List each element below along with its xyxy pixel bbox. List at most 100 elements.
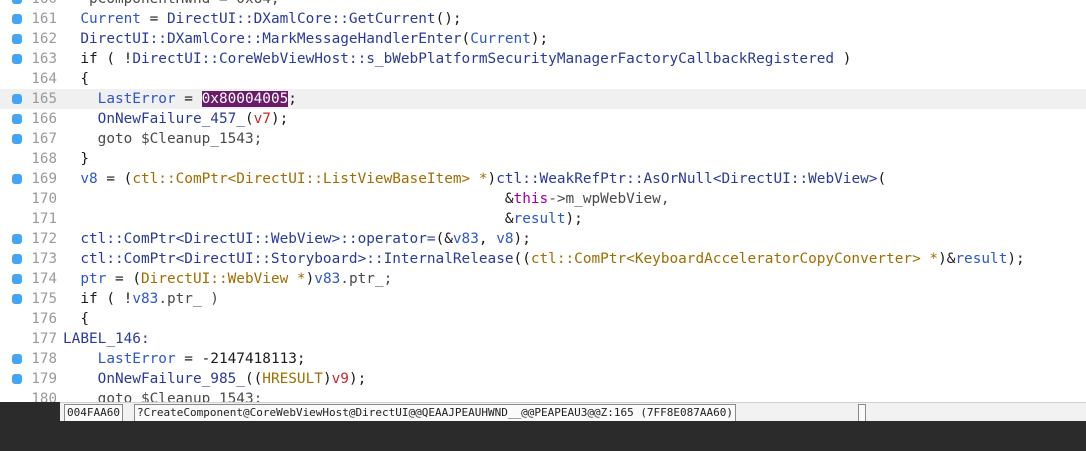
gutter[interactable]: 180 [0, 389, 62, 402]
breakpoint-marker-icon[interactable] [12, 114, 22, 124]
code-token: v83 [452, 231, 479, 247]
code-line[interactable]: 169 v8 = (ctl::ComPtr<DirectUI::ListView… [0, 169, 1086, 189]
code-line[interactable]: 180 goto $Cleanup_1543; [0, 389, 1086, 402]
code-line[interactable]: 165 LastError = 0x80004005; [0, 89, 1086, 109]
gutter[interactable]: 177 [0, 329, 62, 349]
code-token: Current [63, 11, 141, 27]
breakpoint-marker-icon[interactable] [12, 14, 22, 24]
gutter[interactable]: 161 [0, 9, 62, 29]
gutter[interactable]: 160 [0, 0, 62, 9]
code-token: ctl::ComPtr<DirectUI::ListViewBaseItem> … [132, 171, 488, 187]
code-token: LastError [63, 91, 176, 107]
code-token: v8 [496, 231, 514, 247]
code-text: goto $Cleanup_1543; [63, 389, 263, 402]
code-token: ; [288, 91, 297, 107]
code-line[interactable]: 167 goto $Cleanup_1543; [0, 129, 1086, 149]
code-text: DirectUI::DXamlCore::MarkMessageHandlerE… [63, 29, 548, 49]
code-text: OnNewFailure_985_((HRESULT)v9); [63, 369, 367, 389]
code-line[interactable]: 176 { [0, 309, 1086, 329]
line-number: 167 [31, 131, 57, 147]
gutter[interactable]: 178 [0, 349, 62, 369]
code-line[interactable]: 164 { [0, 69, 1086, 89]
code-line[interactable]: 178 LastError = -2147418113; [0, 349, 1086, 369]
code-token: 0x80004005 [201, 91, 289, 107]
gutter[interactable]: 165 [0, 89, 62, 109]
code-text: LABEL_146: [63, 329, 150, 349]
breakpoint-marker-icon[interactable] [12, 254, 22, 264]
code-line[interactable]: 177 LABEL_146: [0, 329, 1086, 349]
code-token: , [478, 231, 497, 247]
code-line[interactable]: 162 DirectUI::DXamlCore::MarkMessageHand… [0, 29, 1086, 49]
line-number: 171 [31, 211, 57, 227]
line-number: 175 [31, 291, 57, 307]
gutter[interactable]: 168 [0, 149, 62, 169]
code-line[interactable]: 160 *pComponentHwnd = 0x64; [0, 0, 1086, 9]
code-token: ptr [63, 271, 107, 287]
code-text: v8 = (ctl::ComPtr<DirectUI::ListViewBase… [63, 169, 886, 189]
address-field[interactable]: 004FAA60 [64, 404, 123, 422]
gutter[interactable]: 171 [0, 209, 62, 229]
code-text: if ( !v83.ptr_ ) [63, 289, 219, 309]
breakpoint-marker-icon[interactable] [12, 274, 22, 284]
code-token: .ptr_ ) [158, 291, 219, 307]
gutter[interactable]: 175 [0, 289, 62, 309]
gutter[interactable]: 167 [0, 129, 62, 149]
gutter[interactable]: 174 [0, 269, 62, 289]
code-token: ) [322, 371, 332, 387]
line-number: 165 [31, 91, 57, 107]
gutter[interactable]: 163 [0, 49, 62, 69]
code-token: HRESULT [262, 371, 323, 387]
gutter[interactable]: 179 [0, 369, 62, 389]
gutter[interactable]: 164 [0, 69, 62, 89]
code-token: result [955, 251, 1008, 267]
line-number: 179 [31, 371, 57, 387]
code-line[interactable]: 173 ctl::ComPtr<DirectUI::Storyboard>::I… [0, 249, 1086, 269]
code-line[interactable]: 171 &result); [0, 209, 1086, 229]
breakpoint-marker-icon[interactable] [12, 134, 22, 144]
code-text: LastError = -2147418113; [63, 349, 306, 369]
code-line[interactable]: 166 OnNewFailure_457_(v7); [0, 109, 1086, 129]
code-line[interactable]: 170 &this->m_wpWebView, [0, 189, 1086, 209]
line-number: 180 [31, 391, 57, 402]
code-line[interactable]: 161 Current = DirectUI::DXamlCore::GetCu… [0, 9, 1086, 29]
line-number: 162 [31, 31, 57, 47]
code-token: { [63, 311, 89, 327]
code-token: OnNewFailure_985_ [63, 371, 245, 387]
breakpoint-marker-icon[interactable] [12, 374, 22, 384]
code-line[interactable]: 174 ptr = (DirectUI::WebView *)v83.ptr_; [0, 269, 1086, 289]
line-number: 170 [31, 191, 57, 207]
code-line[interactable]: 172 ctl::ComPtr<DirectUI::WebView>::oper… [0, 229, 1086, 249]
code-line[interactable]: 179 OnNewFailure_985_((HRESULT)v9); [0, 369, 1086, 389]
breakpoint-marker-icon[interactable] [12, 174, 22, 184]
code-line[interactable]: 163 if ( !DirectUI::CoreWebViewHost::s_b… [0, 49, 1086, 69]
breakpoint-marker-icon[interactable] [12, 34, 22, 44]
breakpoint-marker-icon[interactable] [12, 234, 22, 244]
gutter[interactable]: 166 [0, 109, 62, 129]
code-text: { [63, 69, 89, 89]
gutter[interactable]: 176 [0, 309, 62, 329]
breakpoint-marker-icon[interactable] [12, 354, 22, 364]
code-token: ( [877, 171, 887, 187]
gutter[interactable]: 172 [0, 229, 62, 249]
breakpoint-marker-icon[interactable] [12, 294, 22, 304]
breakpoint-marker-icon[interactable] [12, 94, 22, 104]
code-line[interactable]: 175 if ( !v83.ptr_ ) [0, 289, 1086, 309]
code-text: ctl::ComPtr<DirectUI::Storyboard>::Inter… [63, 249, 1024, 269]
line-number: 178 [31, 351, 57, 367]
line-number: 173 [31, 251, 57, 267]
code-token: Current [470, 31, 531, 47]
breakpoint-marker-icon[interactable] [12, 0, 22, 4]
gutter[interactable]: 173 [0, 249, 62, 269]
pseudocode-editor[interactable]: 160 *pComponentHwnd = 0x64;161 Current =… [0, 0, 1086, 402]
code-token: = ( [97, 171, 133, 187]
line-number: 174 [31, 271, 57, 287]
gutter[interactable]: 170 [0, 189, 62, 209]
code-token: v7 [253, 111, 271, 127]
gutter[interactable]: 169 [0, 169, 62, 189]
code-line[interactable]: 168 } [0, 149, 1086, 169]
breakpoint-marker-icon[interactable] [12, 54, 22, 64]
code-token: DirectUI::WebView * [140, 271, 306, 287]
function-location-field[interactable]: ?CreateComponent@CoreWebViewHost@DirectU… [134, 404, 737, 422]
gutter[interactable]: 162 [0, 29, 62, 49]
code-token: ->m_wpWebView, [548, 191, 670, 207]
